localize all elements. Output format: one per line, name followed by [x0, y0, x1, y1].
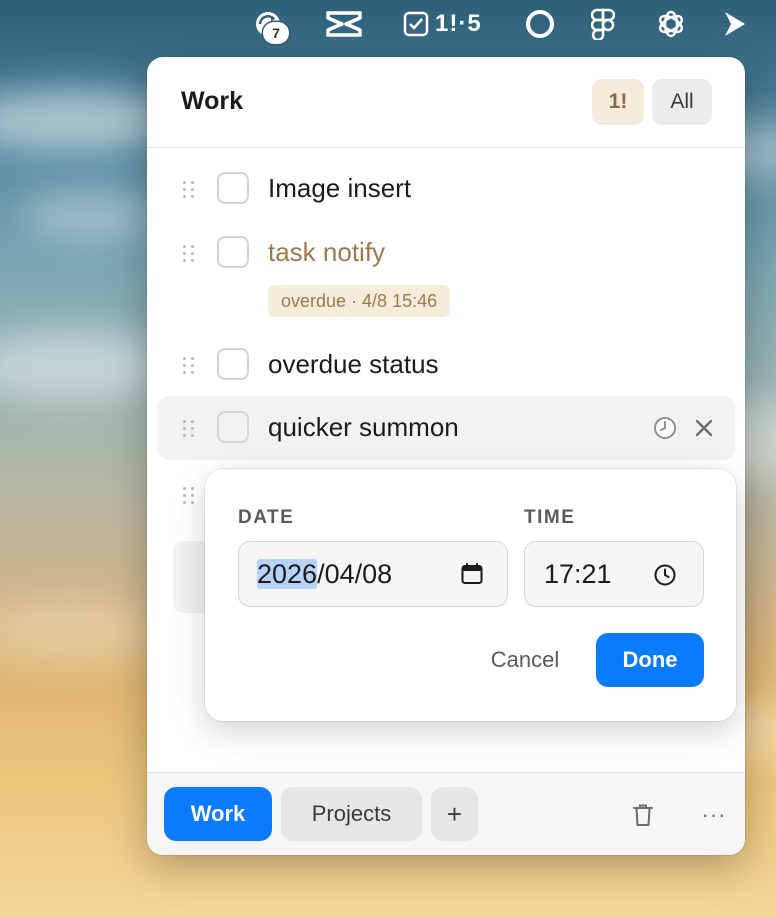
- clock-icon[interactable]: [653, 563, 677, 587]
- trash-icon[interactable]: [631, 802, 655, 828]
- task-row[interactable]: task notify: [157, 221, 735, 285]
- task-row[interactable]: Image insert: [157, 157, 735, 221]
- panel-title: Work: [181, 87, 244, 115]
- task-row[interactable]: quicker summon: [157, 396, 735, 460]
- list-tab-work[interactable]: Work: [164, 787, 272, 841]
- circle-ring-icon[interactable]: [520, 6, 560, 42]
- all-filter-button[interactable]: All: [652, 79, 712, 125]
- date-month-day-segment[interactable]: /04/08: [317, 559, 392, 589]
- figma-icon[interactable]: [586, 6, 620, 42]
- capcut-icon[interactable]: [322, 6, 366, 42]
- time-label: TIME: [524, 507, 576, 528]
- openai-icon[interactable]: [652, 6, 690, 42]
- todo-panel: Work 1! All Image insert task notify ove…: [147, 57, 745, 855]
- task-title[interactable]: task notify: [268, 237, 385, 268]
- drag-handle-icon[interactable]: [183, 181, 197, 199]
- sync-badge: 7: [263, 22, 289, 44]
- task-checkbox[interactable]: [217, 172, 249, 204]
- done-button[interactable]: Done: [596, 633, 704, 687]
- task-title[interactable]: quicker summon: [268, 412, 459, 443]
- date-year-segment[interactable]: 2026: [257, 559, 318, 589]
- drag-handle-icon[interactable]: [183, 420, 197, 438]
- task-row[interactable]: overdue status: [157, 333, 735, 397]
- more-options-button[interactable]: ···: [699, 801, 729, 829]
- cancel-button[interactable]: Cancel: [475, 633, 575, 687]
- set-reminder-clock-icon[interactable]: [653, 416, 677, 440]
- date-value: 2026/04/08: [257, 559, 392, 590]
- date-label: DATE: [238, 507, 295, 528]
- drag-handle-icon[interactable]: [183, 487, 197, 505]
- play-arrow-icon[interactable]: [716, 6, 752, 42]
- task-title[interactable]: Image insert: [268, 173, 411, 204]
- task-checkbox[interactable]: [217, 236, 249, 268]
- date-input[interactable]: 2026/04/08: [238, 541, 508, 607]
- task-status-text: 1!·5: [435, 10, 482, 37]
- drag-handle-icon[interactable]: [183, 357, 197, 375]
- list-tab-projects[interactable]: Projects: [281, 787, 422, 841]
- time-value[interactable]: 17:21: [544, 559, 612, 590]
- task-checkbox[interactable]: [217, 411, 249, 443]
- delete-task-close-icon[interactable]: [691, 415, 717, 441]
- priority-filter-button[interactable]: 1!: [592, 79, 644, 125]
- time-input[interactable]: 17:21: [524, 541, 704, 607]
- checkbox-icon: [403, 11, 429, 37]
- task-checkbox[interactable]: [217, 348, 249, 380]
- calendar-icon[interactable]: [460, 562, 484, 586]
- menu-bar: 7 1!·5: [0, 0, 776, 48]
- task-status-item[interactable]: 1!·5: [402, 6, 492, 42]
- overdue-badge: overdue · 4/8 15:46: [268, 285, 451, 317]
- task-title[interactable]: overdue status: [268, 349, 439, 380]
- panel-footer: Work Projects + ···: [147, 772, 745, 855]
- panel-header: Work 1! All: [147, 57, 745, 148]
- add-list-button[interactable]: +: [431, 787, 478, 841]
- datetime-picker-popover: DATE TIME 2026/04/08 17:21 Cancel Done: [205, 469, 736, 721]
- drag-handle-icon[interactable]: [183, 245, 197, 263]
